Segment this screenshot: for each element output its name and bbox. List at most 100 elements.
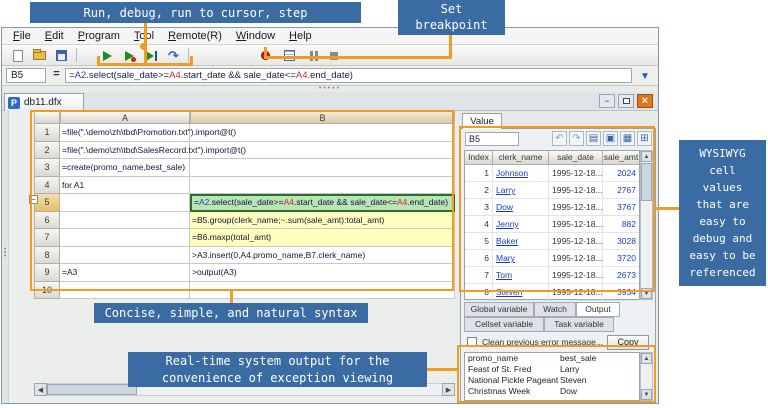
scroll-down-button[interactable]: ▼ [641, 288, 652, 299]
row-header-8[interactable]: 8 [34, 247, 60, 265]
cell-a7[interactable] [60, 229, 190, 247]
tab-output[interactable]: Output [576, 302, 620, 317]
row-header-3[interactable]: 3 [34, 159, 60, 177]
row-header-2[interactable]: 2 [34, 142, 60, 160]
row-header-4[interactable]: 4 [34, 177, 60, 195]
clean-error-checkbox[interactable] [467, 337, 477, 347]
copy-button[interactable]: Copy [607, 335, 649, 350]
annotation-concise-syntax: Concise, simple, and natural syntax [94, 303, 368, 323]
collapse-toggle[interactable]: − [29, 195, 38, 204]
formula-input[interactable]: =A2.select(sale_date>=A4.start_date && s… [65, 68, 632, 83]
redo-button[interactable]: ↷ [569, 131, 584, 146]
step-button[interactable]: ↷ [164, 47, 183, 64]
menu-item-remote[interactable]: Remote(R) [161, 30, 229, 42]
cell-a3[interactable]: =create(promo_name,best_sale) [60, 159, 190, 177]
cell-a5[interactable] [60, 194, 190, 212]
tab-global-variable[interactable]: Global variable [464, 302, 534, 317]
clerk-link[interactable]: Johnson [493, 165, 549, 181]
value-col-sale-amt[interactable]: sale_amt [603, 151, 639, 165]
amount-link[interactable]: 2673 [603, 267, 639, 283]
scroll-down-button[interactable]: ▼ [641, 389, 652, 400]
minimize-button[interactable]: − [599, 94, 615, 108]
row-header-9[interactable]: 9 [34, 264, 60, 282]
menu-item-window[interactable]: Window [229, 30, 282, 42]
grid-corner[interactable] [34, 111, 60, 124]
cell-a6[interactable] [60, 212, 190, 230]
clerk-link[interactable]: Mary [493, 250, 549, 266]
scroll-left-button[interactable]: ◀ [34, 383, 47, 396]
open-file-button[interactable] [30, 47, 49, 64]
scroll-up-button[interactable]: ▲ [641, 151, 652, 162]
table-view-button[interactable]: ▦ [620, 131, 635, 146]
cell-a2[interactable]: =file(".\demo\zh\tbd\SalesRecord.txt").i… [60, 142, 190, 160]
debug-button[interactable] [120, 47, 139, 64]
grid-row-4: 4 for A1 [34, 177, 455, 195]
cell-b8[interactable]: >A3.insert(0,A4.promo_name,B7.clerk_name… [190, 247, 455, 265]
cell-a9[interactable]: =A3 [60, 264, 190, 282]
row-header-6[interactable]: 6 [34, 212, 60, 230]
date-cell: 1995-12-18... [549, 250, 603, 266]
cell-b6[interactable]: =B5.group(clerk_name;~.sum(sale_amt):tot… [190, 212, 455, 230]
tab-value[interactable]: Value [462, 113, 502, 129]
cell-b5-selected[interactable]: =A2.select(sale_date>=A4.start_date && s… [190, 194, 455, 212]
save-button[interactable] [52, 47, 71, 64]
clerk-link[interactable]: Dow [493, 199, 549, 215]
scrollbar-thumb[interactable] [47, 384, 137, 395]
column-header-b[interactable]: B [190, 111, 455, 124]
menu-item-edit[interactable]: Edit [38, 30, 71, 42]
amount-link[interactable]: 2767 [603, 182, 639, 198]
amount-link[interactable]: 3720 [603, 250, 639, 266]
config-button[interactable]: ⊞ [637, 131, 652, 146]
output-scrollbar[interactable]: ▲ ▼ [640, 352, 653, 401]
copy-icon: ▣ [606, 134, 615, 144]
amount-link[interactable]: 882 [603, 216, 639, 232]
cell-a8[interactable] [60, 247, 190, 265]
cell-a4[interactable]: for A1 [60, 177, 190, 195]
restore-button[interactable] [618, 94, 634, 108]
clerk-link[interactable]: Steven [493, 284, 549, 300]
cell-a10[interactable] [60, 282, 190, 300]
value-col-index[interactable]: Index [465, 151, 493, 165]
tab-db11-dfx[interactable]: P db11.dfx [4, 93, 84, 111]
clerk-link[interactable]: Tom [493, 267, 549, 283]
cell-b3[interactable] [190, 159, 455, 177]
column-header-a[interactable]: A [60, 111, 190, 124]
amount-link[interactable]: 3767 [603, 199, 639, 215]
copy-value-button[interactable]: ▣ [603, 131, 618, 146]
menu-item-help[interactable]: Help [282, 30, 319, 42]
amount-link[interactable]: 3934 [603, 284, 639, 300]
menu-item-file[interactable]: File [6, 30, 38, 42]
clerk-link[interactable]: Larry [493, 182, 549, 198]
run-button[interactable] [98, 47, 117, 64]
amount-link[interactable]: 2024 [603, 165, 639, 181]
export-button[interactable]: ▤ [586, 131, 601, 146]
new-file-button[interactable] [8, 47, 27, 64]
left-splitter[interactable]: ••• [2, 111, 9, 403]
value-col-clerk-name[interactable]: clerk_name [493, 151, 549, 165]
menu-item-program[interactable]: Program [71, 30, 127, 42]
cell-b7[interactable]: =B6.maxp(total_amt) [190, 229, 455, 247]
amount-link[interactable]: 3028 [603, 233, 639, 249]
value-cell-box[interactable]: B5 [465, 132, 519, 146]
tab-task-variable[interactable]: Task variable [544, 317, 614, 332]
cell-reference-box[interactable]: B5 [6, 68, 46, 83]
cell-a1[interactable]: =file(".\demo\zh\tbd\Promotion.txt").imp… [60, 124, 190, 142]
clerk-link[interactable]: Jenny [493, 216, 549, 232]
cell-b9[interactable]: >output(A3) [190, 264, 455, 282]
down-arrow-icon: ▼ [640, 71, 650, 82]
tab-cellset-variable[interactable]: Cellset variable [464, 317, 544, 332]
tab-watch[interactable]: Watch [534, 302, 576, 317]
row-header-10[interactable]: 10 [34, 282, 60, 300]
scroll-right-button[interactable]: ▶ [442, 383, 455, 396]
clerk-link[interactable]: Baker [493, 233, 549, 249]
expand-formula-button[interactable]: ▼ [636, 68, 654, 84]
close-button[interactable]: × [637, 94, 653, 108]
row-header-7[interactable]: 7 [34, 229, 60, 247]
value-col-sale-date[interactable]: sale_date [549, 151, 603, 165]
scrollbar-thumb[interactable] [641, 163, 652, 201]
undo-button[interactable]: ↶ [552, 131, 567, 146]
value-table-scrollbar[interactable]: ▲ ▼ [640, 150, 653, 300]
scroll-up-button[interactable]: ▲ [641, 353, 652, 364]
cell-b4[interactable] [190, 177, 455, 195]
row-header-1[interactable]: 1 [34, 124, 60, 142]
